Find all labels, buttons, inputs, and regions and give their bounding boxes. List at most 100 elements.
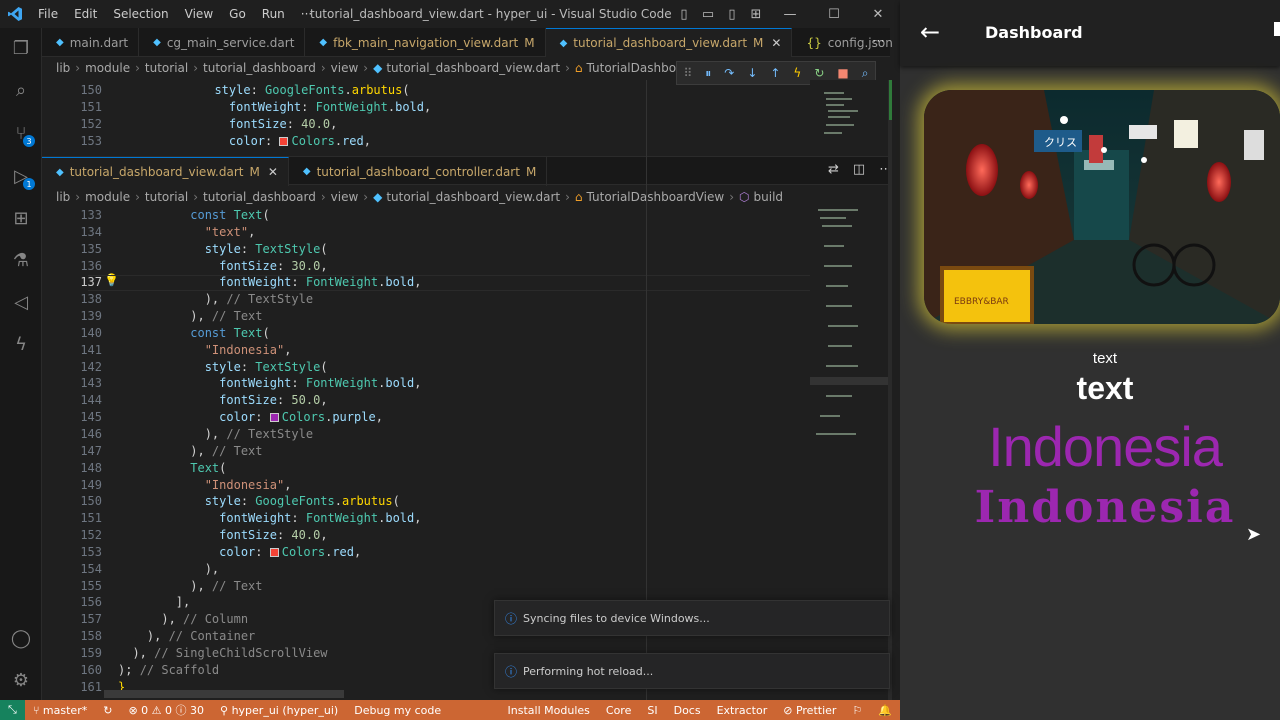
line-number: 158 [80,629,102,644]
menu-selection[interactable]: Selection [113,7,168,21]
problems-status[interactable]: ⊗ 0 ⚠ 0 ⓘ 30 [128,702,204,718]
open-changes-icon[interactable]: ⇄ [828,162,839,177]
modified-badge: M [249,165,260,179]
crumb[interactable]: module [85,61,130,75]
menu-edit[interactable]: Edit [74,7,97,21]
prettier-status[interactable]: ⊘ Prettier [783,704,836,717]
customize-layout-icon[interactable]: ⊞ [744,7,768,22]
back-arrow-icon[interactable]: ← [920,18,940,46]
notifications-icon[interactable]: 🔔 [878,704,892,717]
branch-status[interactable]: ⑂ master* [33,704,87,717]
line-number: 151 [80,511,102,526]
prettier-label: Prettier [795,703,837,717]
close-tab-icon[interactable]: ✕ [771,36,781,50]
testing-icon[interactable]: ⚗ [9,248,33,272]
split-editor-icon[interactable]: ◫ [853,162,865,177]
si-button[interactable]: SI [647,704,657,717]
crumb[interactable]: tutorial_dashboard_view.dart [386,190,560,204]
close-tab-icon[interactable]: ✕ [268,165,278,179]
explorer-icon[interactable]: ❐ [9,36,33,60]
toggle-sidebar-icon[interactable]: ▯ [672,7,696,22]
crumb[interactable]: view [331,61,359,75]
crumb[interactable]: lib [56,61,70,75]
tab-tutorial-dashboard-view[interactable]: ◆ tutorial_dashboard_view.dart M ✕ [545,28,793,57]
minimap-bottom[interactable] [810,205,890,445]
menu-go[interactable]: Go [229,7,246,21]
crumb[interactable]: build [754,190,784,204]
crumb[interactable]: tutorial_dashboard [203,190,316,204]
line-number: 160 [80,662,102,677]
docs-button[interactable]: Docs [674,704,701,717]
breadcrumb-bottom: lib › module › tutorial › tutorial_dashboar… [56,190,784,204]
hot-reload-icon[interactable]: ϟ [793,66,801,80]
code-top[interactable]: style: GoogleFonts.arbutus( fontWeight: … [200,82,431,149]
tab-label: fbk_main_navigation_view.dart [333,35,519,50]
tab-main-dart[interactable]: ◆ main.dart [42,28,140,57]
extractor-button[interactable]: Extractor [717,704,768,717]
run-debug-icon[interactable]: ▷ 1 [9,164,35,190]
bar-sign-text: EBBRY&BAR [954,297,1009,307]
toggle-panel-icon[interactable]: ▭ [696,7,720,22]
tab-label: tutorial_dashboard_view.dart [573,36,748,50]
account-icon[interactable]: ◯ [9,626,33,650]
menu-view[interactable]: View [185,7,213,21]
tab-tutorial-dashboard-controller[interactable]: ◆ tutorial_dashboard_controller.dart M [289,157,548,186]
minimize-button[interactable]: — [768,7,812,22]
drag-handle-icon[interactable]: ⠿ [683,66,692,80]
top-editor-tabs: ◆ main.dart ◆ cg_main_service.dart ◆ fbk_ma… [42,28,904,57]
indonesia-arbutus: Indonesia [974,482,1236,533]
crumb[interactable]: TutorialDashboardView [587,190,725,204]
toggle-secondary-sidebar-icon[interactable]: ▯ [720,7,744,22]
install-modules-button[interactable]: Install Modules [508,704,590,717]
info-icon: ⓘ [505,664,518,679]
crumb[interactable]: view [331,190,359,204]
minimap-top[interactable] [810,80,890,154]
line-number: 159 [80,645,102,660]
sync-icon[interactable]: ↻ [103,704,112,717]
window-edge [1274,22,1280,36]
dart-file-icon: ◆ [319,37,328,48]
crumb[interactable]: tutorial_dashboard [203,61,316,75]
flutter-icon[interactable]: ◁ [9,290,33,314]
step-into-icon[interactable]: ↓ [747,66,757,80]
maximize-button[interactable]: ☐ [812,7,856,22]
crumb[interactable]: tutorial [145,61,188,75]
tab-tutorial-dashboard-view-2[interactable]: ◆ tutorial_dashboard_view.dart M ✕ [42,157,289,186]
code-bottom[interactable]: const Text( "text", style: TextStyle( fo… [118,207,421,695]
menu-run[interactable]: Run [262,7,285,21]
source-control-icon[interactable]: ⑂ 3 [9,121,35,147]
tab-config-json[interactable]: {} config.json [792,28,904,57]
crumb[interactable]: lib [56,190,70,204]
extensions-icon[interactable]: ⊞ [9,206,33,230]
horizontal-scrollbar[interactable] [104,690,344,698]
crumb[interactable]: tutorial [145,190,188,204]
feedback-icon[interactable]: ⚐ [852,704,862,717]
crumb[interactable]: module [85,190,130,204]
line-number: 147 [80,443,102,458]
tab-fbk-main-navigation[interactable]: ◆ fbk_main_navigation_view.dart M [305,28,546,57]
settings-gear-icon[interactable]: ⚙ [9,668,33,692]
search-icon[interactable]: ⌕ [9,78,33,102]
line-number: 161 [80,679,102,694]
menu-file[interactable]: File [38,7,58,21]
tab-cg-main-service[interactable]: ◆ cg_main_service.dart [139,28,306,57]
pause-icon[interactable]: ⏸ [705,66,711,81]
restart-icon[interactable]: ↻ [814,66,824,80]
toast-message: Performing hot reload... [523,664,654,678]
lightning-icon[interactable]: ϟ [9,332,33,356]
close-window-button[interactable]: ✕ [856,7,900,22]
step-out-icon[interactable]: ↑ [770,66,780,80]
remote-icon[interactable]: ⤡ [0,700,25,720]
bottom-editor-tabs: ◆ tutorial_dashboard_view.dart M ✕ ◆ tutoria… [42,156,890,186]
inspect-widget-icon[interactable]: ⌕ [862,66,869,81]
core-button[interactable]: Core [606,704,631,717]
more-actions-icon[interactable]: ⋯ [872,34,885,49]
line-number: 149 [80,477,102,492]
project-status[interactable]: ⚲ hyper_ui (hyper_ui) [220,704,338,717]
stop-icon[interactable]: ■ [837,66,848,80]
step-over-icon[interactable]: ↷ [724,66,734,80]
debug-status[interactable]: Debug my code [354,704,441,717]
crumb[interactable]: tutorial_dashboard_view.dart [386,61,560,75]
line-number: 136 [80,258,102,273]
class-symbol-icon: ⌂ [574,190,583,204]
